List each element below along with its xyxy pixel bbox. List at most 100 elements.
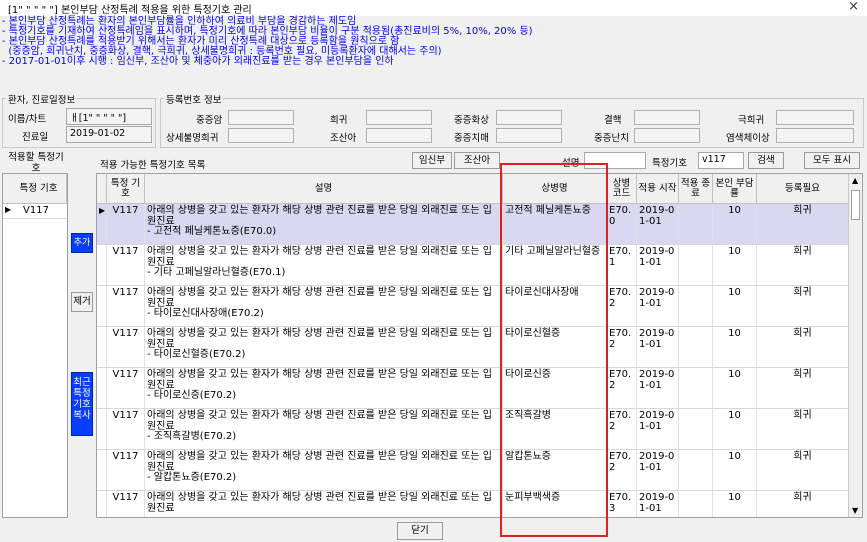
reg-label: 중증암 <box>196 115 223 126</box>
table-scrollbar[interactable]: ▲ ▼ <box>848 174 862 517</box>
table-row[interactable]: V117 아래의 상병을 갖고 있는 환자가 해당 상병 관련 진료를 받은 당일… <box>97 409 849 450</box>
description-search-input[interactable] <box>584 152 646 169</box>
start-date-cell: 2019-01-01 <box>637 409 679 449</box>
premature-reg-field[interactable] <box>366 128 432 143</box>
table-header: 특정 기호 설명 상병명 상병 코드 적용 시작 적용 종료 본인 부담률 등록… <box>97 174 849 204</box>
start-date-cell: 2019-01-01 <box>637 286 679 326</box>
title-bar: [1" " " " "] 본인부담 산정특례 적용을 위한 특정기호 관리 × <box>0 0 867 16</box>
table-row[interactable]: V117 아래의 상병을 갖고 있는 환자가 해당 상병 관련 진료를 받은 당일… <box>97 491 849 517</box>
disease-name-cell: 눈피부백색증 <box>503 491 607 517</box>
end-date-cell <box>679 368 713 408</box>
disease-name-cell: 타이로신대사장애 <box>503 286 607 326</box>
table-row[interactable]: V117 아래의 상병을 갖고 있는 환자가 해당 상병 관련 진료를 받은 당일… <box>97 450 849 491</box>
unspecified-rare-reg-field[interactable] <box>228 128 294 143</box>
description-line: 아래의 상병을 갖고 있는 환자가 해당 상병 관련 진료를 받은 당일 외래진… <box>147 492 492 514</box>
disease-name-cell: 타이로신증 <box>503 368 607 408</box>
severe-burn-reg-field[interactable] <box>496 110 562 125</box>
end-date-cell <box>679 491 713 517</box>
tuberculosis-reg-field[interactable] <box>634 110 700 125</box>
row-indicator <box>97 286 107 326</box>
pregnant-filter-button[interactable]: 임신부 <box>412 152 452 169</box>
reg-label: 염색체이상 <box>726 133 770 144</box>
row-indicator <box>97 450 107 490</box>
description-cell: 아래의 상병을 갖고 있는 환자가 해당 상병 관련 진료를 받은 당일 외래진… <box>145 327 503 367</box>
row-indicator <box>97 368 107 408</box>
registration-group-title: 등록번호 정보 <box>164 92 224 106</box>
code-search-input[interactable]: v117 <box>698 152 744 169</box>
disease-name-cell: 알캅톤뇨증 <box>503 450 607 490</box>
notice-line: - 2017-01-01이후 시행 : 임신부, 조산아 및 체중아가 외래진료… <box>2 56 394 67</box>
row-indicator <box>97 327 107 367</box>
applied-codes-grid[interactable]: 특정 기호 ▶ V117 <box>2 173 68 518</box>
close-button[interactable]: 닫기 <box>397 522 443 540</box>
add-button[interactable]: 추가 <box>71 233 93 253</box>
description-line: 아래의 상병을 갖고 있는 환자가 해당 상병 관련 진료를 받은 당일 외래진… <box>147 287 492 309</box>
code-cell: V117 <box>107 327 145 367</box>
column-header[interactable]: 적용 종료 <box>679 174 713 204</box>
close-icon[interactable]: × <box>848 0 859 14</box>
column-header[interactable]: 적용 시작 <box>637 174 679 204</box>
registration-required-cell: 희귀 <box>757 327 849 367</box>
column-header[interactable]: 등록필요 <box>757 174 849 204</box>
reg-label: 극희귀 <box>738 115 765 126</box>
chromosome-reg-field[interactable] <box>776 128 854 143</box>
severe-intractable-reg-field[interactable] <box>634 128 700 143</box>
description-line: 아래의 상병을 갖고 있는 환자가 해당 상병 관련 진료를 받은 당일 외래진… <box>147 369 492 391</box>
column-header[interactable]: 상병명 <box>503 174 607 204</box>
end-date-cell <box>679 327 713 367</box>
reg-label: 희귀 <box>330 115 348 126</box>
column-header[interactable]: 상병 코드 <box>607 174 637 204</box>
row-indicator <box>97 491 107 517</box>
search-button[interactable]: 검색 <box>748 152 784 169</box>
rare-reg-field[interactable] <box>366 110 432 125</box>
disease-code-cell: E70.2 <box>607 409 637 449</box>
registration-required-cell: 희귀 <box>757 245 849 285</box>
code-search-label: 특정기호 <box>652 158 687 169</box>
registration-required-cell: 희귀 <box>757 204 849 244</box>
column-header[interactable]: 설명 <box>145 174 503 204</box>
available-codes-table[interactable]: 특정 기호 설명 상병명 상병 코드 적용 시작 적용 종료 본인 부담률 등록… <box>96 173 863 518</box>
severe-dementia-reg-field[interactable] <box>496 128 562 143</box>
disease-name-cell: 타이로신혈증 <box>503 327 607 367</box>
reg-label: 중증치매 <box>454 133 489 144</box>
scroll-down-icon[interactable]: ▼ <box>852 506 858 515</box>
applied-code-column-header[interactable]: 특정 기호 <box>3 174 67 204</box>
description-cell: 아래의 상병을 갖고 있는 환자가 해당 상병 관련 진료를 받은 당일 외래진… <box>145 368 503 408</box>
code-cell: V117 <box>107 450 145 490</box>
available-list-title: 적용 가능한 특정기호 목록 <box>100 160 206 171</box>
ultra-rare-reg-field[interactable] <box>776 110 854 125</box>
list-item[interactable]: ▶ V117 <box>3 204 67 219</box>
scroll-thumb[interactable] <box>851 190 860 220</box>
column-header[interactable]: 본인 부담률 <box>713 174 757 204</box>
start-date-cell: 2019-01-01 <box>637 245 679 285</box>
table-row[interactable]: V117 아래의 상병을 갖고 있는 환자가 해당 상병 관련 진료를 받은 당일… <box>97 327 849 368</box>
table-row[interactable]: ▶ V117 아래의 상병을 갖고 있는 환자가 해당 상병 관련 진료를 받은 당… <box>97 204 849 245</box>
description-line: - 기타 고페닐알라닌혈증(E70.1) <box>147 267 286 278</box>
table-row[interactable]: V117 아래의 상병을 갖고 있는 환자가 해당 상병 관련 진료를 받은 당일… <box>97 286 849 327</box>
table-row[interactable]: V117 아래의 상병을 갖고 있는 환자가 해당 상병 관련 진료를 받은 당일… <box>97 368 849 409</box>
description-line: 아래의 상병을 갖고 있는 환자가 해당 상병 관련 진료를 받은 당일 외래진… <box>147 451 492 473</box>
disease-name-cell: 기타 고페닐알라닌혈증 <box>503 245 607 285</box>
column-header[interactable]: 특정 기호 <box>107 174 145 204</box>
scroll-up-icon[interactable]: ▲ <box>852 176 858 185</box>
description-line: 아래의 상병을 갖고 있는 환자가 해당 상병 관련 진료를 받은 당일 외래진… <box>147 328 492 350</box>
notice-text: - 본인부담 산정특례는 환자의 본인부담률을 인하하여 의료비 부담을 경감하… <box>2 17 862 67</box>
description-cell: 아래의 상병을 갖고 있는 환자가 해당 상병 관련 진료를 받은 당일 외래진… <box>145 491 503 517</box>
disease-code-cell: E70.2 <box>607 368 637 408</box>
disease-name-cell: 고전적 페닐케톤뇨증 <box>503 204 607 244</box>
copy-recent-codes-button[interactable]: 최근 특정 기호 복사 <box>71 372 93 436</box>
severe-cancer-reg-field[interactable] <box>228 110 294 125</box>
row-indicator: ▶ <box>97 204 107 244</box>
table-row[interactable]: V117 아래의 상병을 갖고 있는 환자가 해당 상병 관련 진료를 받은 당일… <box>97 245 849 286</box>
premature-filter-button[interactable]: 조산아 <box>454 152 500 169</box>
reg-label: 조산아 <box>330 133 357 144</box>
code-cell: V117 <box>107 491 145 517</box>
description-line: - 타이로신혈증(E70.2) <box>147 349 246 360</box>
remove-button[interactable]: 제거 <box>71 292 93 312</box>
show-all-button[interactable]: 모두 표시 <box>804 152 860 169</box>
copay-rate-cell: 10 <box>713 450 757 490</box>
end-date-cell <box>679 286 713 326</box>
registration-required-cell: 희귀 <box>757 491 849 517</box>
end-date-cell <box>679 245 713 285</box>
copay-rate-cell: 10 <box>713 368 757 408</box>
